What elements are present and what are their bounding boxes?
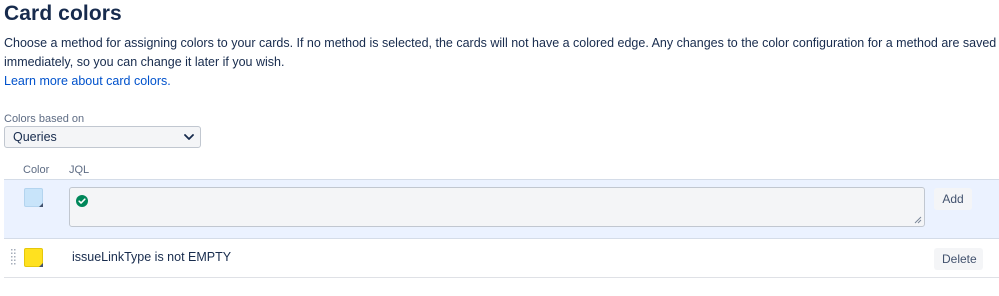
check-circle-icon: [76, 195, 88, 207]
rule-jql-text[interactable]: issueLinkType is not EMPTY: [72, 250, 231, 264]
page-description: Choose a method for assigning colors to …: [4, 36, 997, 69]
jql-column-header: JQL: [69, 164, 90, 176]
learn-more-link[interactable]: Learn more about card colors.: [4, 74, 171, 88]
page-title: Card colors: [4, 2, 122, 25]
select-value: Queries: [13, 130, 57, 144]
resize-handle-icon[interactable]: [914, 216, 922, 224]
colors-based-on-select[interactable]: Queries: [4, 126, 201, 148]
chevron-down-icon: [184, 134, 194, 140]
new-rule-color-swatch[interactable]: [24, 188, 43, 207]
new-rule-row: Add: [4, 179, 999, 239]
rule-color-swatch[interactable]: [24, 248, 43, 267]
card-colors-page: Card colors Choose a method for assignin…: [0, 0, 999, 296]
rule-row: issueLinkType is not EMPTY Delete: [4, 240, 999, 278]
add-button[interactable]: Add: [934, 188, 972, 210]
delete-button[interactable]: Delete: [934, 248, 983, 270]
color-column-header: Color: [23, 164, 50, 176]
drag-handle-icon[interactable]: [11, 248, 17, 266]
color-picker-corner-icon: [39, 203, 43, 207]
color-picker-corner-icon: [39, 263, 43, 267]
colors-based-on-label: Colors based on: [4, 113, 85, 125]
jql-input[interactable]: [69, 187, 925, 227]
